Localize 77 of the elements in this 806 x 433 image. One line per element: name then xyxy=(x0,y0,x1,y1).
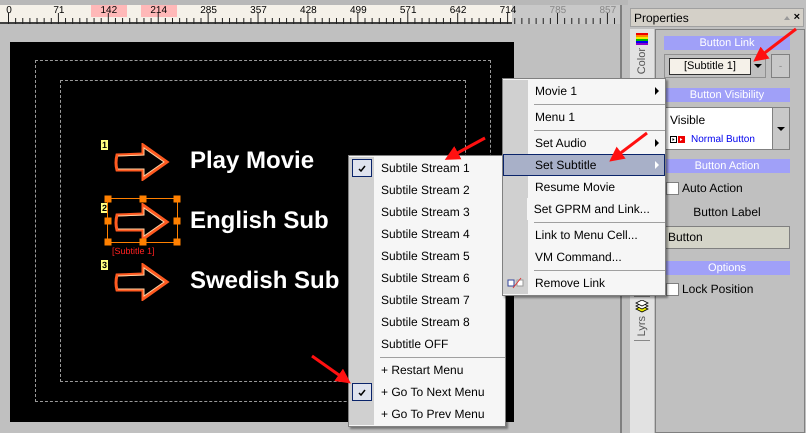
button-state-icon xyxy=(670,136,685,143)
panel-title: Properties xyxy=(634,10,690,26)
button-number: 1 xyxy=(101,140,108,150)
button-state: Normal Button xyxy=(691,133,755,147)
ruler-label: 71 xyxy=(52,5,66,17)
field-label: Button Label xyxy=(692,204,762,221)
submenu-arrow-icon xyxy=(655,161,659,169)
menu-item[interactable]: Subtitle OFF xyxy=(349,333,505,355)
ruler-label: 285 xyxy=(199,5,218,17)
ruler-label: 571 xyxy=(398,5,418,17)
unlink-icon xyxy=(507,276,524,290)
dropdown-arrow-icon xyxy=(754,64,762,68)
ruler-label: 142 xyxy=(90,5,127,17)
arrow-icon xyxy=(113,263,171,301)
checkbox[interactable] xyxy=(666,182,679,194)
ruler-label: 785 xyxy=(548,5,568,17)
ruler-label: 642 xyxy=(448,5,468,17)
pointer-arrow xyxy=(444,136,486,160)
menu-item[interactable]: Menu 1 xyxy=(503,102,665,128)
menu-item[interactable]: Subtile Stream 4 xyxy=(349,223,505,245)
menu-item[interactable]: Set Subtitle xyxy=(503,154,665,176)
arrow-icon xyxy=(113,143,171,181)
menu-item[interactable]: Remove Link xyxy=(503,268,665,294)
ruler-label: 0 xyxy=(5,5,13,17)
pointer-arrow xyxy=(609,132,648,162)
side-tab[interactable]: Color xyxy=(634,33,650,74)
layers-icon xyxy=(635,300,649,314)
collapse-icon xyxy=(782,14,791,22)
menu-item[interactable]: Movie 1 xyxy=(503,80,665,102)
menu-item[interactable]: VM Command... xyxy=(503,246,665,268)
ruler-label: 428 xyxy=(299,5,318,17)
menu-item[interactable]: Link to Menu Cell... xyxy=(503,220,665,246)
submenu-arrow-icon xyxy=(655,87,659,95)
selection-frame[interactable] xyxy=(107,198,178,243)
button-text: Swedish Sub xyxy=(190,267,340,295)
checkbox-label: Auto Action xyxy=(682,180,743,197)
ruler-label: 499 xyxy=(348,5,368,17)
check-icon xyxy=(352,159,372,177)
menu-item[interactable]: Subtile Stream 7 xyxy=(349,289,505,311)
pointer-arrow xyxy=(311,354,351,384)
button-text: English Sub xyxy=(190,207,329,235)
menu-item[interactable]: Subtile Stream 2 xyxy=(349,179,505,201)
section-header: Options xyxy=(664,261,790,275)
button-number: 3 xyxy=(101,260,108,270)
check-icon xyxy=(352,383,372,401)
menu-item[interactable]: Subtile Stream 3 xyxy=(349,201,505,223)
link-tag: [Subtitle 1] xyxy=(112,246,155,256)
button-text: Play Movie xyxy=(190,147,314,175)
checkbox[interactable] xyxy=(666,282,679,296)
visibility-list[interactable]: Visible Normal Button xyxy=(664,107,790,150)
link-dropdown[interactable]: [Subtitle 1] xyxy=(664,54,766,78)
menu-item[interactable]: + Restart Menu xyxy=(349,355,505,381)
ruler-label: 714 xyxy=(498,5,518,17)
dropdown-arrow-icon xyxy=(777,126,785,130)
menu-item[interactable]: + Go To Prev Menu xyxy=(349,403,505,425)
menu-item[interactable]: Set GPRM and Link... xyxy=(503,198,665,220)
section-header: Button Action xyxy=(664,159,790,173)
menu-item[interactable]: Subtile Stream 5 xyxy=(349,245,505,267)
color-palette-icon xyxy=(636,33,648,45)
submenu-arrow-icon xyxy=(655,139,659,147)
menu-item[interactable]: Subtile Stream 1 xyxy=(349,157,505,179)
section-header: Button Visibility xyxy=(664,88,790,102)
ruler-label: 214 xyxy=(140,5,177,17)
close-button[interactable]: × xyxy=(794,9,800,26)
ruler-label: 357 xyxy=(249,5,268,17)
pointer-arrow xyxy=(753,28,797,62)
section-header: Button Link xyxy=(664,36,790,50)
menu-item[interactable]: + Go To Next Menu xyxy=(349,381,505,403)
checkbox-label: Lock Position xyxy=(682,281,754,298)
menu-item[interactable]: Resume Movie xyxy=(503,176,665,198)
menu-item[interactable]: Set Audio xyxy=(503,128,665,154)
menu-item[interactable]: Subtile Stream 6 xyxy=(349,267,505,289)
side-tab[interactable]: Lyrs xyxy=(634,296,650,341)
ruler-label: 857 xyxy=(598,5,618,17)
label-input-field[interactable]: Button xyxy=(664,226,790,249)
menu-item[interactable]: Subtile Stream 8 xyxy=(349,311,505,333)
arrow-icon xyxy=(113,203,171,241)
